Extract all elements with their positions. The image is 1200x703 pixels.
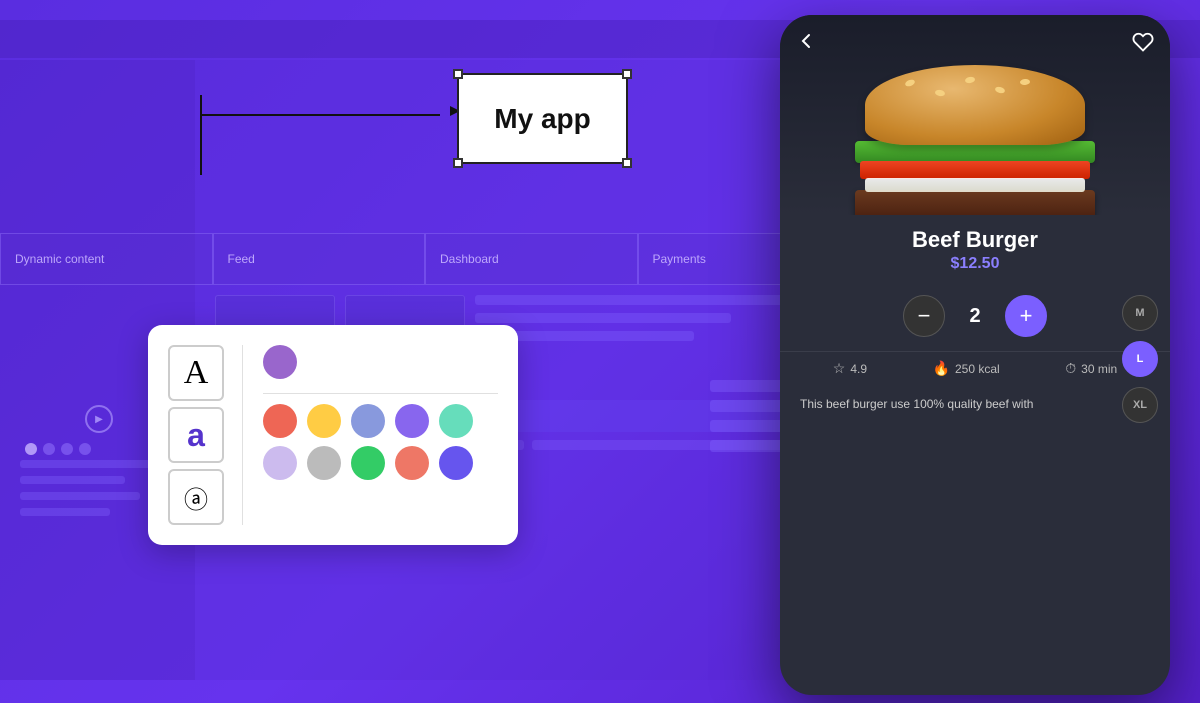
color-dot-blue bbox=[351, 404, 385, 438]
burger-description: This beef burger use 100% quality beef w… bbox=[780, 385, 1170, 423]
calories-value: 250 kcal bbox=[955, 362, 1000, 376]
color-dot-indigo bbox=[439, 446, 473, 480]
color-dot-yellow bbox=[307, 404, 341, 438]
size-l-button[interactable]: L bbox=[1122, 341, 1158, 377]
wf-dynamic-content-tab: Dynamic content bbox=[0, 233, 213, 285]
star-icon: ☆ bbox=[833, 360, 846, 377]
font-serif-a: A bbox=[168, 345, 224, 401]
arrow-vertical bbox=[200, 95, 202, 175]
stats-row: ☆ 4.9 🔥 250 kcal ⏱ 30 min bbox=[780, 351, 1170, 385]
color-row-1 bbox=[263, 404, 498, 438]
burger-image bbox=[825, 65, 1125, 215]
myapp-box: My app bbox=[457, 73, 628, 164]
stat-calories: 🔥 250 kcal bbox=[933, 360, 1000, 377]
rating-value: 4.9 bbox=[850, 362, 867, 376]
font-circled-a: ⓐ bbox=[168, 469, 224, 525]
size-m-button[interactable]: M bbox=[1122, 295, 1158, 331]
size-xl-button[interactable]: XL bbox=[1122, 387, 1158, 423]
font-column: A a ⓐ bbox=[168, 345, 243, 525]
minus-button[interactable]: − bbox=[903, 295, 945, 337]
plus-button[interactable]: + bbox=[1005, 295, 1047, 337]
size-selector: M L XL bbox=[1122, 295, 1158, 423]
palette-card: A a ⓐ bbox=[148, 325, 518, 545]
phone-mockup: Beef Burger $12.50 M L XL − 2 + ☆ 4.9 🔥 … bbox=[780, 15, 1170, 695]
color-row-2 bbox=[263, 446, 498, 480]
color-column bbox=[263, 345, 498, 525]
color-dot-purple bbox=[395, 404, 429, 438]
color-dot-teal bbox=[439, 404, 473, 438]
fire-icon: 🔥 bbox=[933, 360, 950, 377]
palette-divider bbox=[263, 393, 498, 394]
wf-feed-tab: Feed bbox=[213, 233, 426, 285]
color-dot-red bbox=[263, 404, 297, 438]
stat-time: ⏱ 30 min bbox=[1065, 360, 1117, 377]
myapp-label: My app bbox=[494, 103, 590, 135]
back-button[interactable] bbox=[796, 31, 816, 56]
font-sans-a: a bbox=[168, 407, 224, 463]
burger-price: $12.50 bbox=[800, 255, 1150, 273]
wf-section-tabs: Dynamic content Feed Dashboard Payments bbox=[0, 233, 850, 285]
heart-button[interactable] bbox=[1132, 31, 1154, 58]
burger-name: Beef Burger bbox=[800, 227, 1150, 253]
clock-icon: ⏱ bbox=[1065, 360, 1076, 377]
handle-br bbox=[622, 158, 632, 168]
wf-dashboard-tab: Dashboard bbox=[425, 233, 638, 285]
color-dot-lavender bbox=[263, 446, 297, 480]
quantity-section: − 2 + bbox=[780, 281, 1170, 351]
phone-title-section: Beef Burger $12.50 bbox=[780, 215, 1170, 281]
quantity-value: 2 bbox=[965, 305, 985, 328]
handle-tr bbox=[622, 69, 632, 79]
top-color-row bbox=[263, 345, 498, 379]
color-dot-green bbox=[351, 446, 385, 480]
color-dot-gray bbox=[307, 446, 341, 480]
stat-rating: ☆ 4.9 bbox=[833, 360, 867, 377]
time-value: 30 min bbox=[1081, 362, 1117, 376]
top-color-dot bbox=[263, 345, 297, 379]
handle-bl bbox=[453, 158, 463, 168]
wf-radio-dots bbox=[25, 443, 91, 455]
handle-tl bbox=[453, 69, 463, 79]
phone-header-area bbox=[780, 15, 1170, 215]
color-dot-salmon bbox=[395, 446, 429, 480]
wf-play-icon: ▶ bbox=[85, 405, 113, 433]
